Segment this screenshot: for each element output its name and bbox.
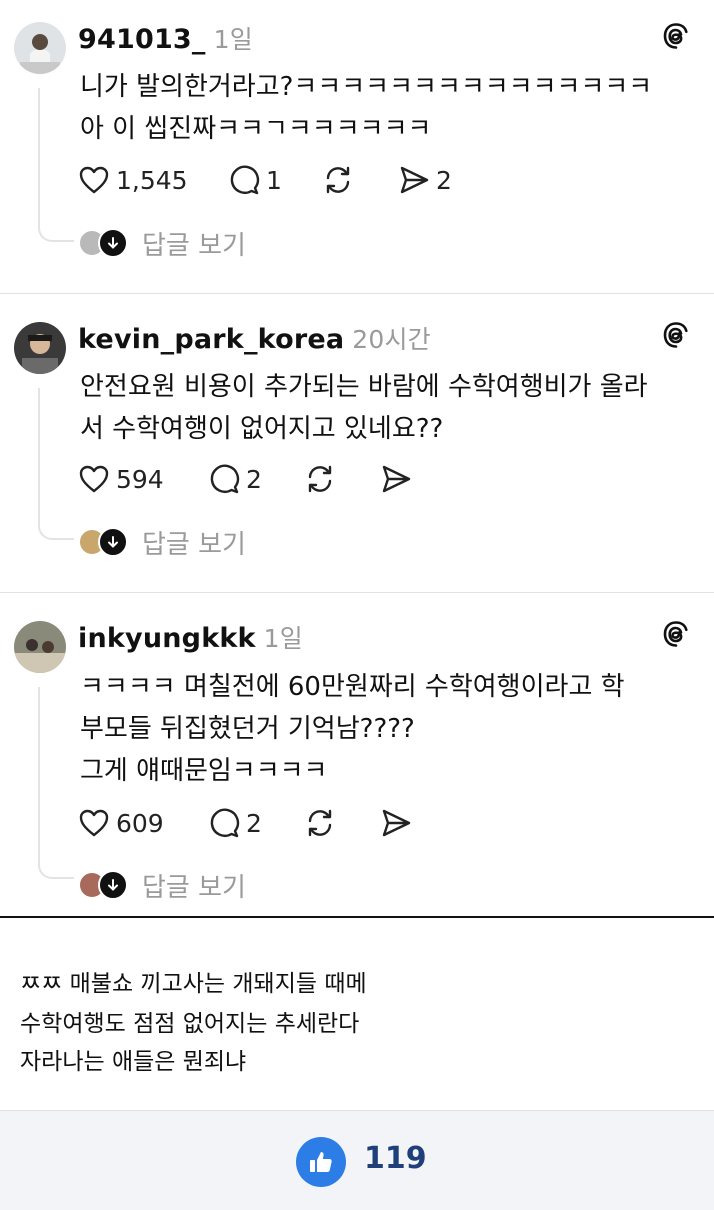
- caption-line: 수학여행도 점점 없어지는 추세란다: [20, 1011, 360, 1037]
- repost-button[interactable]: [304, 462, 336, 496]
- like-count: 594: [116, 464, 164, 494]
- view-replies-label: 답글 보기: [142, 230, 246, 261]
- caption-line: 자라나는 애들은 뭔죄냐: [20, 1049, 247, 1075]
- heart-icon: [79, 465, 109, 493]
- view-replies[interactable]: 답글 보기: [78, 226, 246, 261]
- arrow-down-icon: [98, 870, 128, 900]
- arrow-down-icon: [98, 527, 128, 557]
- comment-button[interactable]: 2: [208, 462, 262, 496]
- threads-logo-icon[interactable]: [662, 620, 690, 648]
- divider: [0, 293, 714, 294]
- thread-line: [38, 388, 74, 540]
- comment-icon: [210, 808, 240, 838]
- post-text-line: ㅋㅋㅋㅋ 며칠전에 60만원짜리 수학여행이라고 학: [80, 672, 625, 702]
- post-time: 20시간: [352, 325, 431, 354]
- thumbs-up-button[interactable]: [296, 1137, 346, 1187]
- post-text-line: 그게 얘때문임ㅋㅋㅋㅋ: [80, 756, 328, 786]
- like-count: 1,545: [116, 165, 188, 195]
- post-time: 1일: [263, 624, 303, 653]
- post-text-line: 서 수학여행이 없어지고 있네요??: [80, 414, 444, 444]
- share-count: 2: [436, 165, 452, 195]
- repost-icon: [326, 166, 350, 194]
- avatar[interactable]: [14, 621, 66, 673]
- caption-line: ㅉㅉ 매불쇼 끼고사는 개돼지들 때메: [20, 971, 367, 997]
- comment-icon: [230, 165, 260, 195]
- share-button[interactable]: [380, 462, 412, 496]
- repost-button[interactable]: [304, 806, 336, 840]
- threads-logo-icon[interactable]: [662, 22, 690, 50]
- view-replies-label: 답글 보기: [142, 872, 246, 903]
- like-button[interactable]: 609: [78, 806, 164, 840]
- post-time: 1일: [213, 25, 253, 54]
- repost-button[interactable]: [322, 163, 354, 197]
- comment-icon: [210, 464, 240, 494]
- send-icon: [400, 166, 429, 194]
- like-button[interactable]: 594: [78, 462, 164, 496]
- recommend-bar: 119: [0, 1110, 714, 1210]
- post-text-line: 아 이 씹진짜ㅋㅋㄱㅋㅋㅋㅋㅋㅋ: [80, 114, 432, 144]
- view-replies-label: 답글 보기: [142, 529, 246, 560]
- heart-icon: [79, 809, 109, 837]
- thumbs-up-icon: [310, 1152, 332, 1172]
- comment-count: 2: [246, 808, 262, 838]
- divider: [0, 592, 714, 593]
- username[interactable]: inkyungkkk 1일: [78, 619, 303, 655]
- share-button[interactable]: 2: [398, 163, 452, 197]
- post-text-line: 안전요원 비용이 추가되는 바람에 수학여행비가 올라: [80, 372, 648, 402]
- comment-button[interactable]: 2: [208, 806, 262, 840]
- repost-icon: [308, 465, 332, 493]
- heart-icon: [79, 166, 109, 194]
- like-button[interactable]: 1,545: [78, 163, 188, 197]
- post-text-line: 니가 발의한거라고?ㅋㅋㅋㅋㅋㅋㅋㅋㅋㅋㅋㅋㅋㅋㅋ: [80, 72, 653, 102]
- thread-line: [38, 88, 74, 242]
- arrow-down-icon: [98, 228, 128, 258]
- screenshot-bottom-border: [0, 916, 714, 918]
- avatar[interactable]: [14, 22, 66, 74]
- share-button[interactable]: [380, 806, 412, 840]
- send-icon: [382, 809, 411, 837]
- recommend-count: 119: [364, 1141, 427, 1176]
- username[interactable]: kevin_park_korea 20시간: [78, 320, 431, 356]
- view-replies[interactable]: 답글 보기: [78, 525, 246, 560]
- comment-button[interactable]: 1: [228, 163, 282, 197]
- username[interactable]: 941013_ 1일: [78, 20, 253, 56]
- send-icon: [382, 465, 411, 493]
- post-text-line: 부모들 뒤집혔던거 기억남????: [80, 714, 415, 744]
- avatar[interactable]: [14, 322, 66, 374]
- thread-line: [38, 687, 74, 879]
- comment-count: 2: [246, 464, 262, 494]
- threads-logo-icon[interactable]: [662, 321, 690, 349]
- comment-count: 1: [266, 165, 282, 195]
- repost-icon: [308, 809, 332, 837]
- view-replies[interactable]: 답글 보기: [78, 868, 246, 903]
- like-count: 609: [116, 808, 164, 838]
